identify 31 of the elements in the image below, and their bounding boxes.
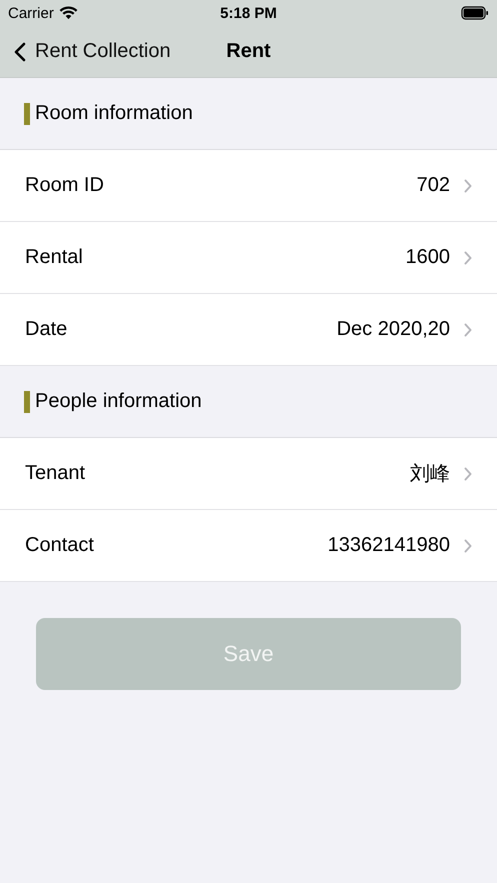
chevron-icon	[464, 322, 472, 336]
section-title: Room information	[35, 102, 193, 125]
chevron-icon	[464, 178, 472, 192]
accent-bar	[24, 102, 30, 124]
wifi-icon	[58, 6, 78, 20]
status-time: 5:18 PM	[220, 4, 277, 22]
battery-icon	[461, 6, 490, 20]
back-button[interactable]: Rent Collection	[0, 40, 171, 63]
accent-bar	[24, 390, 30, 412]
row-value: Dec 2020,20	[336, 318, 450, 341]
row-label: Tenant	[25, 462, 86, 485]
row-label: Date	[25, 318, 68, 341]
chevron-icon	[464, 250, 472, 264]
list-row[interactable]: Date Dec 2020,20	[0, 294, 497, 366]
row-label: Contact	[25, 534, 95, 557]
list-row[interactable]: Contact 13362141980	[0, 510, 497, 582]
row-value: 702	[416, 174, 450, 197]
row-value: 13362141980	[328, 534, 450, 557]
back-chevron-icon	[14, 42, 26, 62]
chevron-icon	[464, 538, 472, 552]
page-title: Rent	[225, 40, 272, 63]
row-label: Rental	[25, 246, 84, 269]
row-label: Room ID	[25, 174, 105, 197]
carrier-label: Carrier	[8, 4, 54, 22]
list-row[interactable]: Tenant 刘峰	[0, 438, 497, 510]
chevron-icon	[464, 466, 472, 480]
section-title: People information	[35, 390, 202, 413]
list-row[interactable]: Room ID 702	[0, 150, 497, 222]
row-value: 1600	[406, 246, 450, 269]
row-value: 刘峰	[410, 462, 450, 487]
list-row[interactable]: Rental 1600	[0, 222, 497, 294]
